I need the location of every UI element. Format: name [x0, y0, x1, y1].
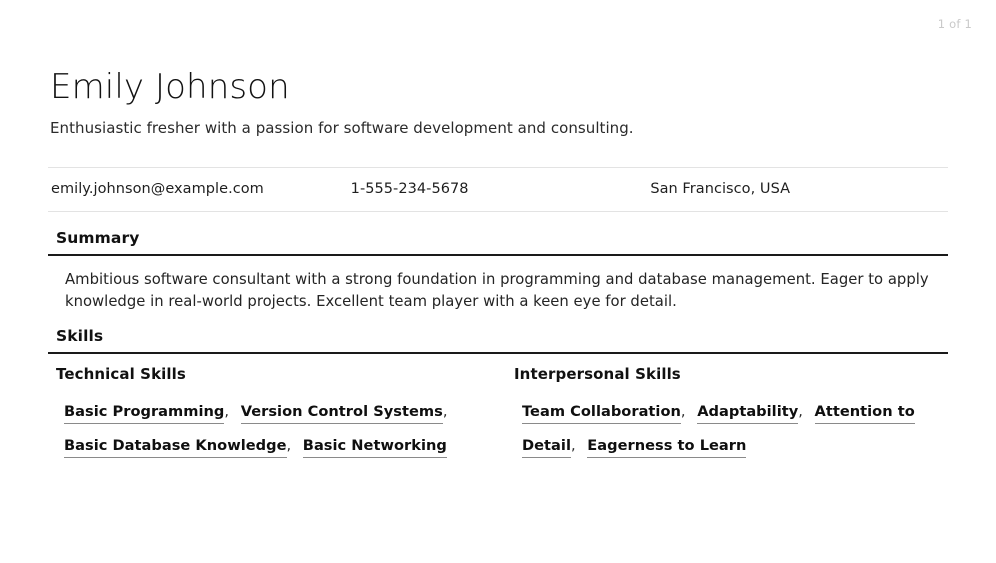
skill-item: Basic Programming: [64, 402, 225, 424]
skills-subtitle-technical: Technical Skills: [56, 364, 186, 383]
skills-column-interpersonal: Interpersonal Skills Team Collaboration,…: [498, 365, 948, 464]
skills-column-technical: Technical Skills Basic Programming, Vers…: [48, 365, 498, 464]
contact-row: emily.johnson@example.com 1-555-234-5678…: [48, 167, 948, 213]
section-skills: Skills Technical Skills Basic Programmin…: [48, 327, 948, 464]
page-title: Emily Johnson: [50, 67, 290, 107]
summary-body: Ambitious software consultant with a str…: [48, 256, 948, 313]
contact-phone[interactable]: 1-555-234-5678: [349, 181, 649, 197]
section-summary: Summary Ambitious software consultant wi…: [48, 229, 948, 313]
header-tagline: Enthusiastic fresher with a passion for …: [50, 119, 634, 138]
skill-item: Basic Database Knowledge: [64, 437, 287, 459]
resume-page: Emily Johnson Enthusiastic fresher with …: [0, 0, 996, 463]
contact-email[interactable]: emily.johnson@example.com: [48, 181, 349, 197]
contact-location: San Francisco, USA: [650, 181, 791, 198]
skill-item: Adaptability: [697, 402, 799, 424]
skills-body: Technical Skills Basic Programming, Vers…: [48, 354, 948, 464]
skill-separator: ,: [442, 402, 448, 420]
section-heading-summary: Summary: [48, 229, 948, 257]
skill-item: Basic Networking: [302, 437, 447, 459]
skill-separator: ,: [798, 402, 803, 420]
section-heading-skills: Skills: [48, 327, 948, 354]
skills-list-technical: Basic Programming, Version Control Syste…: [48, 395, 498, 464]
skill-item: Eagerness to Learn: [587, 437, 747, 459]
page-indicator: 1 of 1: [937, 17, 972, 31]
skill-separator: ,: [224, 402, 230, 420]
skill-item: Team Collaboration: [522, 402, 681, 424]
skills-list-interpersonal: Team Collaboration, Adaptability, Attent…: [506, 395, 948, 464]
resume-header: Emily Johnson Enthusiastic fresher with …: [48, 68, 948, 138]
skill-separator: ,: [286, 437, 292, 455]
skill-item: Version Control Systems: [240, 402, 443, 424]
summary-text: Ambitious software consultant with a str…: [65, 271, 929, 311]
skill-separator: ,: [680, 402, 686, 420]
skill-separator: ,: [570, 437, 576, 455]
skills-subtitle-interpersonal: Interpersonal Skills: [514, 364, 681, 383]
